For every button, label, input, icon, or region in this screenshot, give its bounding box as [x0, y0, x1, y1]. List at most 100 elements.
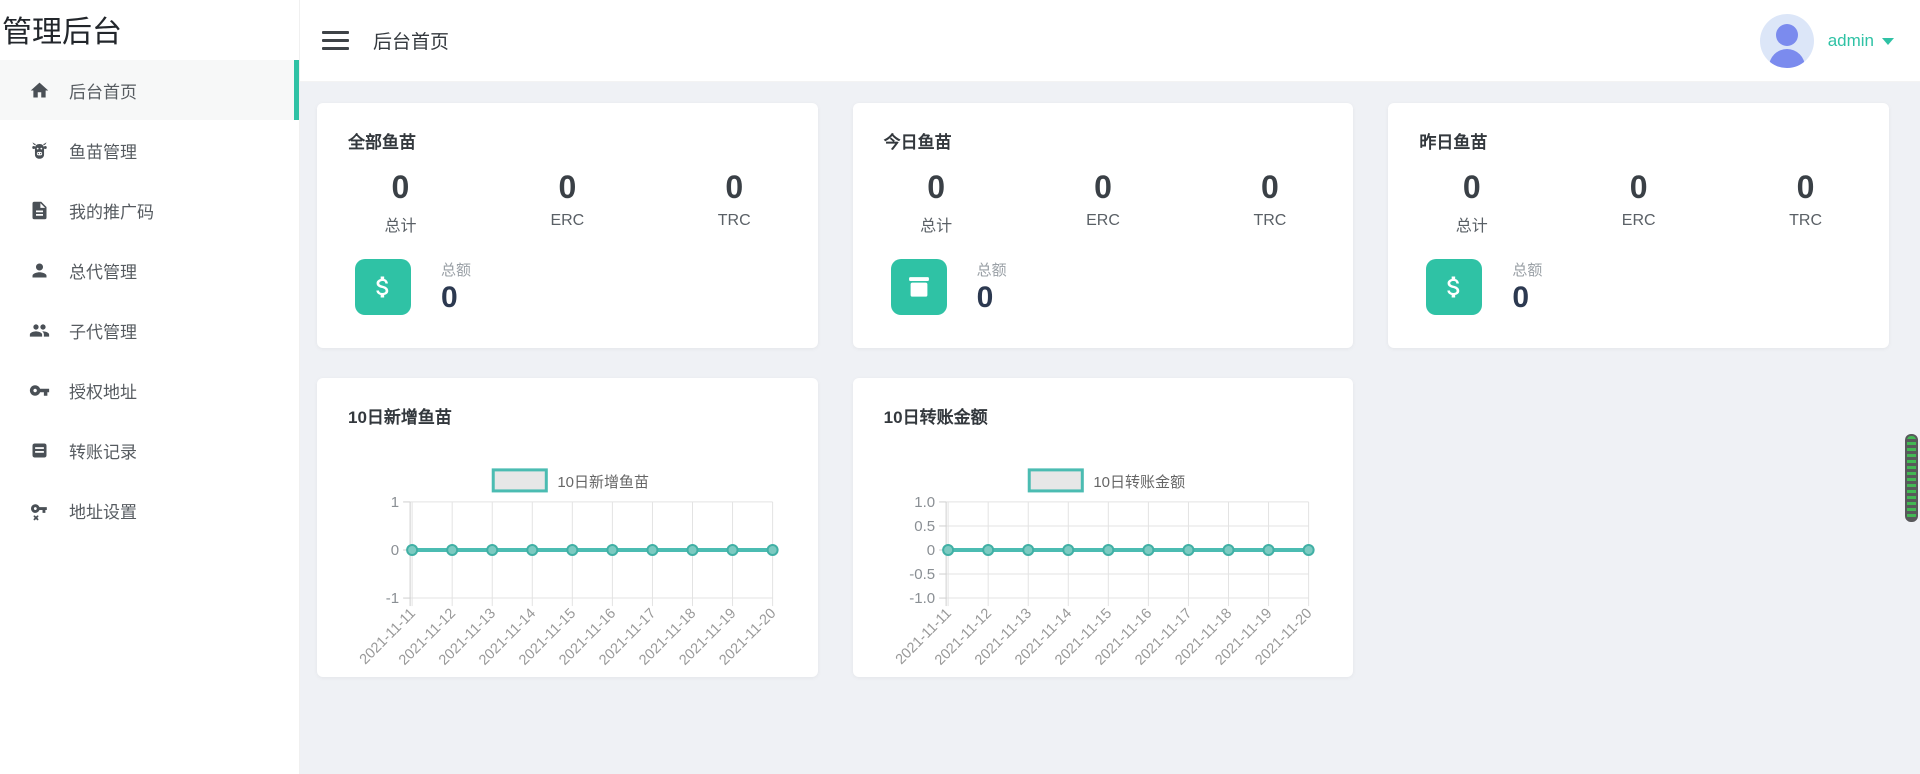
stat-card-title: 全部鱼苗	[317, 103, 818, 153]
data-point[interactable]	[983, 545, 993, 555]
data-point[interactable]	[447, 545, 457, 555]
stat-label: ERC	[484, 212, 651, 230]
stat-value: 0	[484, 170, 651, 205]
data-point[interactable]	[1063, 545, 1073, 555]
empty-grid-cell	[1388, 378, 1889, 677]
y-tick-label: 1	[391, 494, 399, 511]
data-point[interactable]	[1263, 545, 1273, 555]
data-point[interactable]	[728, 545, 738, 555]
data-point[interactable]	[768, 545, 778, 555]
key-x-icon	[29, 500, 50, 521]
stat-trc: 0TRC	[1722, 170, 1889, 236]
sidebar-item-label: 子代管理	[69, 318, 137, 343]
document-icon	[29, 200, 50, 221]
breadcrumb: 后台首页	[373, 27, 449, 54]
sidebar-item-transfer-records[interactable]: 转账记录	[0, 420, 299, 480]
total-info: 总额0	[977, 259, 1007, 315]
sidebar-item-label: 转账记录	[69, 438, 137, 463]
sidebar: 管理后台 后台首页鱼苗管理我的推广码总代管理子代管理授权地址转账记录地址设置	[0, 0, 300, 774]
data-point[interactable]	[687, 545, 697, 555]
stat-card-2: 昨日鱼苗0总计0ERC0TRC总额0	[1388, 103, 1889, 348]
page-content: 全部鱼苗0总计0ERC0TRC总额0今日鱼苗0总计0ERC0TRC总额0昨日鱼苗…	[300, 82, 1920, 774]
data-point[interactable]	[487, 545, 497, 555]
sidebar-item-address-settings[interactable]: 地址设置	[0, 480, 299, 540]
y-tick-label: 0	[391, 542, 399, 559]
total-value: 0	[977, 281, 1007, 315]
total-label: 总额	[977, 259, 1007, 280]
sidebar-item-label: 后台首页	[69, 78, 137, 103]
stat-card-1: 今日鱼苗0总计0ERC0TRC总额0	[853, 103, 1354, 348]
total-value: 0	[441, 281, 471, 315]
y-tick-label: -1	[386, 590, 399, 607]
stat-value: 0	[853, 170, 1020, 205]
hamburger-menu-icon[interactable]	[322, 31, 349, 50]
total-info: 总额0	[1512, 259, 1542, 315]
vertical-scrollbar-thumb[interactable]	[1905, 434, 1918, 522]
sidebar-item-label: 地址设置	[69, 498, 137, 523]
sidebar-item-label: 总代管理	[69, 258, 137, 283]
sidebar-menu: 后台首页鱼苗管理我的推广码总代管理子代管理授权地址转账记录地址设置	[0, 60, 299, 540]
stat-trc: 0 TRC	[651, 170, 818, 236]
data-point[interactable]	[407, 545, 417, 555]
total-icon-badge	[1426, 259, 1482, 315]
sidebar-item-my-promo-code[interactable]: 我的推广码	[0, 180, 299, 240]
stat-card-title: 昨日鱼苗	[1388, 103, 1889, 153]
legend-label[interactable]: 10日转账金额	[1093, 474, 1185, 491]
sidebar-item-sub-agent-mgmt[interactable]: 子代管理	[0, 300, 299, 360]
stat-value: 0	[1555, 170, 1722, 205]
stat-value: 0	[1388, 170, 1555, 205]
data-point[interactable]	[1223, 545, 1233, 555]
y-tick-label: -1.0	[909, 590, 935, 607]
chart-card-0: 10日新增鱼苗10-110日新增鱼苗2021-11-112021-11-1220…	[317, 378, 818, 677]
y-tick-label: 0	[926, 542, 934, 559]
chart-card-title: 10日新增鱼苗	[317, 378, 818, 428]
app-window: 管理后台 后台首页鱼苗管理我的推广码总代管理子代管理授权地址转账记录地址设置 后…	[0, 0, 1920, 774]
stat-trc: 0TRC	[1186, 170, 1353, 236]
data-point[interactable]	[1023, 545, 1033, 555]
stat-label: ERC	[1555, 212, 1722, 230]
data-point[interactable]	[647, 545, 657, 555]
main-area: 后台首页 admin 全部鱼苗0总计0ERC0TRC总额0今日鱼苗0总计0ERC…	[300, 0, 1920, 774]
data-point[interactable]	[607, 545, 617, 555]
cow-icon	[29, 140, 50, 161]
sidebar-item-general-agent-mgmt[interactable]: 总代管理	[0, 240, 299, 300]
legend-swatch[interactable]	[1029, 470, 1082, 491]
data-point[interactable]	[943, 545, 953, 555]
sidebar-item-dashboard-home[interactable]: 后台首页	[0, 60, 299, 120]
line-chart: 1.00.50-0.5-1.010日转账金额2021-11-112021-11-…	[853, 430, 1354, 677]
sidebar-item-fry-management[interactable]: 鱼苗管理	[0, 120, 299, 180]
data-point[interactable]	[1183, 545, 1193, 555]
topbar: 后台首页 admin	[300, 0, 1920, 82]
stat-label: ERC	[1020, 212, 1187, 230]
key-icon	[29, 380, 50, 401]
legend-label[interactable]: 10日新增鱼苗	[557, 473, 649, 491]
data-point[interactable]	[567, 545, 577, 555]
stat-value: 0	[651, 170, 818, 205]
total-row: 总额0	[317, 259, 818, 315]
data-point[interactable]	[1103, 545, 1113, 555]
sidebar-item-authorized-address[interactable]: 授权地址	[0, 360, 299, 420]
stat-value: 0	[317, 170, 484, 205]
user-dropdown[interactable]: admin	[1828, 31, 1894, 51]
chevron-down-icon	[1882, 38, 1894, 45]
stat-value: 0	[1020, 170, 1187, 205]
sidebar-item-label: 鱼苗管理	[69, 138, 137, 163]
avatar-person-icon	[1769, 49, 1805, 68]
legend-swatch[interactable]	[493, 470, 546, 491]
data-point[interactable]	[1143, 545, 1153, 555]
person-icon	[29, 260, 50, 281]
app-title: 管理后台	[0, 0, 299, 60]
stat-label: TRC	[651, 212, 818, 230]
total-icon-badge	[891, 259, 947, 315]
stat-card-0: 全部鱼苗0总计0ERC0TRC总额0	[317, 103, 818, 348]
data-point[interactable]	[1303, 545, 1313, 555]
total-label: 总额	[1512, 259, 1542, 280]
y-tick-label: 1.0	[914, 494, 935, 511]
stat-value: 0	[1186, 170, 1353, 205]
total-value: 0	[1512, 281, 1542, 315]
avatar[interactable]	[1760, 14, 1814, 68]
dollar-icon	[369, 273, 397, 301]
data-point[interactable]	[527, 545, 537, 555]
avatar-person-icon	[1776, 24, 1798, 46]
stat-value: 0	[1722, 170, 1889, 205]
